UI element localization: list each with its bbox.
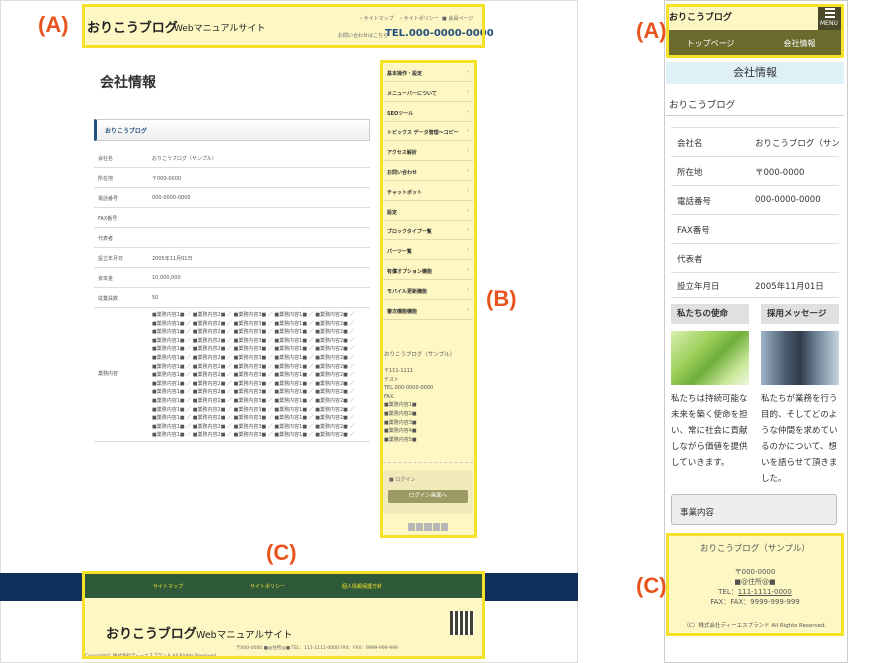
region-c-mobile-box <box>666 533 844 636</box>
business-line: ■業務内容1■ ／ ■業務内容2■ ／ ■業務内容3■ ／ ■業務内容1■ ／ … <box>152 415 355 422</box>
row-key: 所在地 <box>98 176 114 182</box>
table-row: 電話番号 000-0000-0000 <box>94 188 370 208</box>
row-value: 50 <box>152 295 159 301</box>
callout-b: (B) <box>486 286 517 311</box>
row-key: 会社名 <box>677 139 703 149</box>
row-key: 資本金 <box>98 276 114 282</box>
table-row: 所在地 〒000-0000 <box>94 168 370 188</box>
business-line: ■業務内容1■ ／ ■業務内容2■ ／ ■業務内容3■ ／ ■業務内容1■ ／ … <box>152 380 355 387</box>
card-text-line: い、常に社会に貢献 <box>671 426 748 436</box>
card-text-line: 私たちは持続可能な <box>671 394 748 404</box>
row-value: 10,000,000 <box>152 275 181 281</box>
table-row: 資本金 10,000,000 <box>94 268 370 288</box>
row-value: 〒000-0000 <box>152 176 182 182</box>
business-line: ■業務内容1■ ／ ■業務内容2■ ／ ■業務内容3■ ／ ■業務内容1■ ／ … <box>152 354 355 361</box>
row-value: おりこうブログ（サンプル） <box>755 139 839 149</box>
business-line: ■業務内容1■ ／ ■業務内容2■ ／ ■業務内容3■ ／ ■業務内容1■ ／ … <box>152 346 355 353</box>
card-text-line: 私たちが業務を行う <box>761 394 838 404</box>
region-a-box <box>82 4 485 48</box>
business-line: ■業務内容1■ ／ ■業務内容2■ ／ ■業務内容3■ ／ ■業務内容1■ ／ … <box>152 423 355 430</box>
region-b-box <box>380 60 477 538</box>
card-heading-recruit[interactable]: 採用メッセージ <box>761 304 839 324</box>
table-row: 代表者 <box>671 244 839 273</box>
row-value: 2005年11月01日 <box>755 282 824 292</box>
card-text-mission: 私たちは持続可能な 未来を築く使命を担 い、常に社会に貢献 しながら価値を提供 していき… <box>671 391 749 471</box>
table-row: 会社名 おりこうブログ（サンプル） <box>94 148 370 168</box>
business-line: ■業務内容1■ ／ ■業務内容2■ ／ ■業務内容3■ ／ ■業務内容1■ ／ … <box>152 406 355 413</box>
region-a-mobile-box <box>666 4 844 58</box>
row-key: 設立年月日 <box>98 256 124 262</box>
card-text-line: していきます。 <box>671 458 730 468</box>
card-text-line: いを語らせて頂きま <box>761 458 838 468</box>
section-heading: おりこうブログ <box>94 119 370 141</box>
table-row: FAX番号 <box>94 208 370 228</box>
card-text-line: した。 <box>761 474 787 484</box>
table-row: 従業員数 50 <box>94 288 370 308</box>
row-value: 000-0000-0000 <box>152 195 191 201</box>
page-title: 会社情報 <box>100 75 156 91</box>
business-line: ■業務内容1■ ／ ■業務内容2■ ／ ■業務内容3■ ／ ■業務内容1■ ／ … <box>152 329 355 336</box>
row-value: 〒000-0000 <box>755 168 805 178</box>
business-line: ■業務内容1■ ／ ■業務内容2■ ／ ■業務内容3■ ／ ■業務内容1■ ／ … <box>152 432 355 439</box>
card-text-line: 目的、そしてどのよ <box>761 410 838 420</box>
row-value: おりこうブログ（サンプル） <box>152 156 217 162</box>
table-row: 代表者 <box>94 228 370 248</box>
business-content: ■業務内容1■ ／ ■業務内容2■ ／ ■業務内容3■ ／ ■業務内容1■ ／ … <box>152 311 368 439</box>
business-line: ■業務内容1■ ／ ■業務内容2■ ／ ■業務内容3■ ／ ■業務内容1■ ／ … <box>152 389 355 396</box>
mobile-subtitle: おりこうブログ <box>669 100 736 111</box>
table-row: FAX番号 <box>671 215 839 244</box>
business-line: ■業務内容1■ ／ ■業務内容2■ ／ ■業務内容3■ ／ ■業務内容1■ ／ … <box>152 372 355 379</box>
handshake-image <box>761 331 839 385</box>
table-row: 設立年月日 2005年11月01日 <box>671 273 839 298</box>
section-heading-text: おりこうブログ <box>105 128 147 135</box>
business-line: ■業務内容1■ ／ ■業務内容2■ ／ ■業務内容3■ ／ ■業務内容1■ ／ … <box>152 337 355 344</box>
row-key: 電話番号 <box>677 197 712 207</box>
table-row: 電話番号 000-0000-0000 <box>671 186 839 215</box>
callout-c-mobile: (C) <box>636 573 667 598</box>
table-row: 設立年月日 2005年11月01日 <box>94 248 370 268</box>
region-c-box <box>82 571 485 659</box>
business-line: ■業務内容1■ ／ ■業務内容2■ ／ ■業務内容3■ ／ ■業務内容1■ ／ … <box>152 312 355 318</box>
row-value: 000-0000-0000 <box>755 195 821 205</box>
row-key: 所在地 <box>677 168 703 178</box>
business-line: ■業務内容1■ ／ ■業務内容2■ ／ ■業務内容3■ ／ ■業務内容1■ ／ … <box>152 397 355 404</box>
divider <box>666 115 844 116</box>
table-row-business: 業務内容 ■業務内容1■ ／ ■業務内容2■ ／ ■業務内容3■ ／ ■業務内容… <box>94 308 370 442</box>
business-button[interactable]: 事業内容 <box>671 494 837 525</box>
row-key: 設立年月日 <box>677 282 720 292</box>
callout-a-mobile: (A) <box>636 18 667 43</box>
table-row: 会社名 おりこうブログ（サンプル） <box>671 128 839 157</box>
card-heading-mission[interactable]: 私たちの使命 <box>671 304 749 324</box>
leaves-image <box>671 331 749 385</box>
row-key: 会社名 <box>98 156 114 162</box>
card-text-recruit: 私たちが業務を行う 目的、そしてどのよ うな仲間を求めてい るのかについて、想 いを語ら… <box>761 391 839 487</box>
row-key: FAX番号 <box>677 226 710 236</box>
card-text-line: しながら価値を提供 <box>671 442 748 452</box>
row-key: FAX番号 <box>98 216 118 222</box>
row-key: 代表者 <box>98 236 114 242</box>
business-line: ■業務内容1■ ／ ■業務内容2■ ／ ■業務内容3■ ／ ■業務内容1■ ／ … <box>152 320 355 327</box>
row-key: 従業員数 <box>98 296 119 302</box>
table-row: 所在地 〒000-0000 <box>671 157 839 186</box>
row-key: 電話番号 <box>98 196 119 202</box>
callout-a: (A) <box>38 12 69 37</box>
callout-c: (C) <box>266 540 297 565</box>
row-key: 代表者 <box>677 255 703 265</box>
row-key: 業務内容 <box>98 371 119 377</box>
card-text-line: るのかについて、想 <box>761 442 837 452</box>
mobile-page-title: 会社情報 <box>666 62 844 84</box>
business-line: ■業務内容1■ ／ ■業務内容2■ ／ ■業務内容3■ ／ ■業務内容1■ ／ … <box>152 363 355 370</box>
row-value: 2005年11月01日 <box>152 256 193 262</box>
card-text-line: うな仲間を求めてい <box>761 426 838 436</box>
card-text-line: 未来を築く使命を担 <box>671 410 748 420</box>
